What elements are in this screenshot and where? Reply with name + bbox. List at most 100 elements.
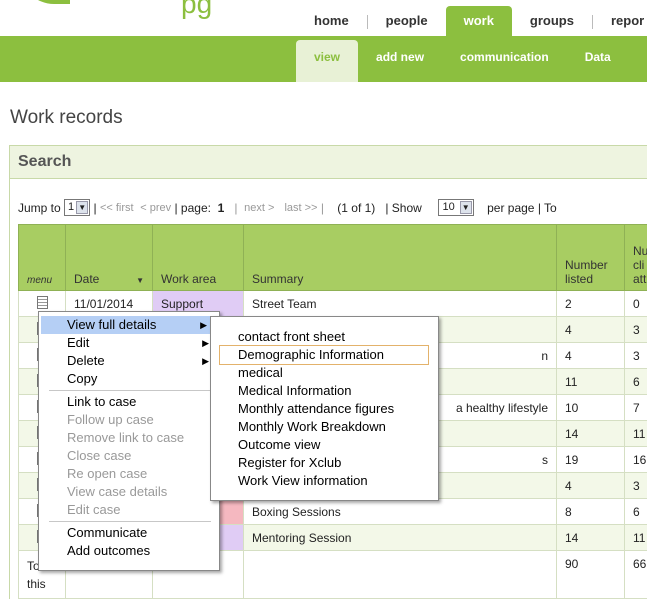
subtab-view[interactable]: view: [296, 40, 359, 82]
menu-divider: [49, 390, 211, 391]
view-details-submenu: contact front sheet Demographic Informat…: [210, 316, 439, 501]
attended-cell: 3: [624, 316, 647, 343]
last-page-link[interactable]: last >>: [284, 202, 317, 214]
current-page: 1: [217, 200, 225, 215]
col-number-listed[interactable]: Number listed: [556, 224, 625, 291]
subtab-add-new[interactable]: add new: [358, 40, 442, 82]
jump-to-select[interactable]: 1 ▼: [64, 199, 91, 216]
col-work-area[interactable]: Work area: [152, 224, 244, 291]
show-label: | Show: [385, 200, 422, 215]
total-label-line2: this: [27, 577, 46, 591]
listed-cell: 19: [556, 446, 625, 473]
menu-item-delete[interactable]: Delete ▶: [39, 352, 219, 370]
page-count: (1 of 1): [337, 200, 376, 215]
listed-cell: 11: [556, 368, 625, 395]
listed-cell: 14: [556, 524, 625, 551]
per-page-label: per page | To: [487, 200, 557, 215]
first-page-link[interactable]: << first: [100, 202, 134, 214]
page-label: | page:: [174, 200, 211, 215]
submenu-arrow-icon: ▶: [202, 356, 209, 366]
nav-tab-reports[interactable]: repor: [593, 6, 647, 36]
submenu-item-medical[interactable]: medical: [211, 364, 438, 382]
attended-cell: 3: [624, 342, 647, 369]
listed-cell: 2: [556, 290, 625, 317]
attended-cell: 11: [624, 524, 647, 551]
menu-item-edit-case: Edit case: [67, 502, 121, 517]
menu-item-label: Edit: [67, 335, 90, 350]
row-context-menu: View full details ▶ Edit ▶ Delete ▶ Copy Li…: [38, 311, 220, 571]
menu-item-copy[interactable]: Copy: [39, 370, 219, 388]
menu-item-view-full-details[interactable]: View full details ▶: [41, 316, 217, 334]
menu-item-communicate[interactable]: Communicate: [39, 524, 219, 542]
main-nav: home people work groups repor: [296, 6, 647, 36]
row-menu-icon[interactable]: [36, 295, 48, 309]
chevron-down-icon: ▼: [76, 201, 89, 214]
listed-cell: 8: [556, 498, 625, 525]
attended-cell: 16: [624, 446, 647, 473]
per-page-select[interactable]: 10 ▼: [438, 199, 474, 216]
sort-desc-icon: ▼: [136, 276, 144, 285]
listed-cell: 14: [556, 420, 625, 447]
attended-cell: 0: [624, 290, 647, 317]
listed-cell: 4: [556, 316, 625, 343]
summary-cell: Mentoring Session: [243, 524, 557, 551]
col-number-attended[interactable]: Nu cli att: [624, 224, 647, 291]
submenu-item-monthly-attendance-figures[interactable]: Monthly attendance figures: [211, 400, 438, 418]
menu-item-edit[interactable]: Edit ▶: [39, 334, 219, 352]
page-title: Work records: [10, 107, 123, 128]
submenu-item-monthly-work-breakdown[interactable]: Monthly Work Breakdown: [211, 418, 438, 436]
submenu-item-demographic-information[interactable]: Demographic Information: [219, 345, 429, 365]
summary-cell: Street Team: [243, 290, 557, 317]
menu-item-close-case: Close case: [67, 448, 132, 463]
attended-cell: 6: [624, 498, 647, 525]
pager: Jump to 1 ▼ | << first < prev | page: 1 |…: [18, 199, 557, 216]
subtab-data[interactable]: Data: [567, 40, 629, 82]
prev-page-link[interactable]: < prev: [140, 202, 171, 214]
menu-item-label: View full details: [67, 317, 157, 332]
submenu-arrow-icon: ▶: [202, 338, 209, 348]
total-listed-cell: 90: [556, 550, 625, 599]
col-menu: menu: [18, 224, 66, 291]
attended-cell: 3: [624, 472, 647, 499]
listed-cell: 4: [556, 342, 625, 369]
sub-nav: view add new communication Data: [296, 40, 629, 82]
nav-tab-people[interactable]: people: [368, 6, 446, 36]
col-date[interactable]: Date ▼: [65, 224, 153, 291]
menu-divider: [49, 521, 211, 522]
submenu-item-medical-information[interactable]: Medical Information: [211, 382, 438, 400]
attended-cell: 7: [624, 394, 647, 421]
logo-mark: [20, 0, 70, 4]
subtab-communication[interactable]: communication: [442, 40, 567, 82]
menu-item-view-case-details: View case details: [67, 484, 168, 499]
submenu-arrow-icon: ▶: [200, 320, 207, 330]
jump-to-label: Jump to: [18, 200, 61, 215]
total-summary-cell: [243, 550, 557, 599]
submenu-item-contact-front-sheet[interactable]: contact front sheet: [211, 328, 438, 346]
total-attended-cell: 66: [624, 550, 647, 599]
submenu-item-register-for-xclub[interactable]: Register for Xclub: [211, 454, 438, 472]
nav-tab-groups[interactable]: groups: [512, 6, 592, 36]
menu-item-add-outcomes[interactable]: Add outcomes: [39, 542, 219, 560]
menu-item-re-open-case: Re open case: [67, 466, 148, 481]
next-page-link[interactable]: next >: [244, 202, 274, 214]
search-panel-header[interactable]: Search: [9, 145, 647, 179]
per-page-value: 10: [442, 201, 455, 213]
search-heading: Search: [18, 153, 72, 170]
logo-text: pg: [181, 0, 213, 19]
menu-item-link-to-case[interactable]: Link to case: [39, 393, 219, 411]
menu-item-follow-up-case: Follow up case: [67, 412, 154, 427]
nav-tab-work[interactable]: work: [445, 6, 512, 36]
col-date-label: Date: [74, 272, 100, 286]
jump-to-value: 1: [68, 201, 75, 213]
listed-cell: 4: [556, 472, 625, 499]
submenu-item-work-view-information[interactable]: Work View information: [211, 472, 438, 490]
chevron-down-icon: ▼: [459, 201, 472, 214]
menu-item-remove-link-to-case: Remove link to case: [67, 430, 185, 445]
nav-tab-home[interactable]: home: [296, 6, 367, 36]
attended-cell: 11: [624, 420, 647, 447]
summary-cell: Boxing Sessions: [243, 498, 557, 525]
submenu-item-outcome-view[interactable]: Outcome view: [211, 436, 438, 454]
menu-item-label: Delete: [67, 353, 105, 368]
attended-cell: 6: [624, 368, 647, 395]
col-summary[interactable]: Summary: [243, 224, 557, 291]
